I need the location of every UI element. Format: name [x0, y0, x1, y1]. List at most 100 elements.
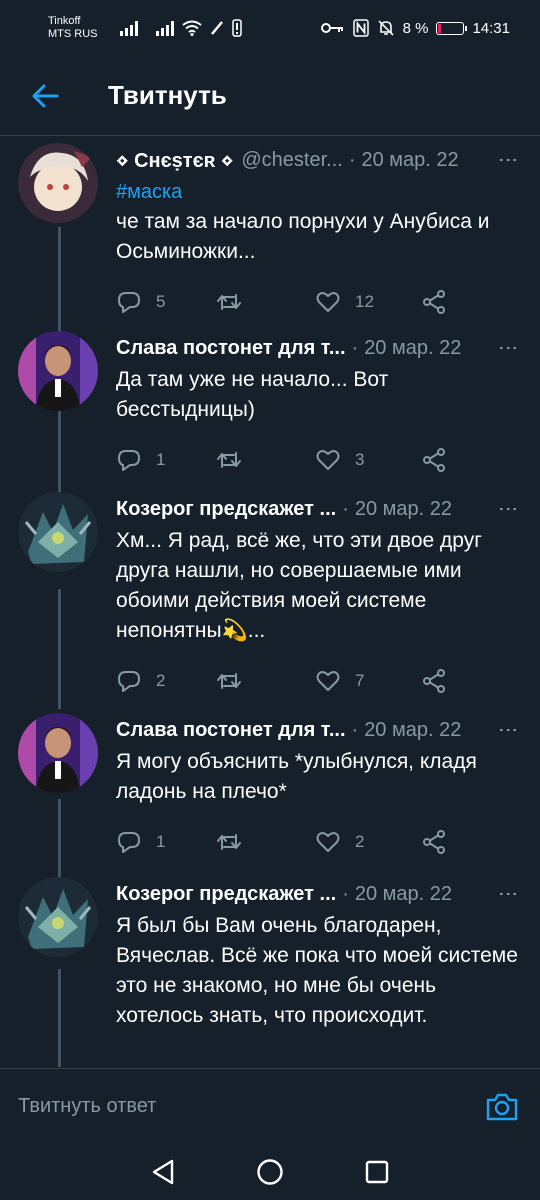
share-icon [422, 448, 445, 472]
separator-dot: · [351, 718, 359, 741]
reply-count: 5 [156, 292, 166, 311]
reply-icon [118, 832, 140, 853]
signal-icon [120, 20, 138, 36]
reply-icon [118, 450, 140, 471]
heart-icon [316, 832, 340, 852]
more-options-icon[interactable]: ⋮ [496, 720, 520, 740]
retweet-icon [216, 673, 241, 689]
separator-dot: · [342, 497, 349, 520]
thread-feed[interactable]: ⋄ Cнєṣтєʀ ⋄ @chester... · 20 мар. 22 ⋮ #… [0, 137, 540, 1067]
tweet-text: Хм... Я рад, всё же, что эти двое друг д… [116, 529, 482, 642]
thread-connector [58, 799, 61, 879]
more-options-icon[interactable]: ⋮ [496, 499, 520, 519]
reply-count: 2 [156, 671, 166, 690]
clock: 14:31 [472, 19, 510, 37]
battery-percent: 8 % [402, 19, 429, 37]
share-button[interactable] [421, 829, 521, 855]
like-button[interactable]: 7 [315, 668, 415, 694]
reply-button[interactable]: 5 [116, 289, 216, 315]
reply-count: 1 [156, 832, 166, 851]
thread-connector [58, 589, 61, 709]
more-options-icon[interactable]: ⋮ [496, 338, 520, 358]
signal-icon [156, 20, 174, 36]
like-button[interactable]: 12 [315, 289, 415, 315]
share-button[interactable] [421, 289, 521, 315]
tweet-actions: 1 2 [116, 827, 520, 857]
heart-icon [316, 292, 340, 312]
like-count: 2 [355, 832, 365, 851]
more-options-icon[interactable]: ⋮ [496, 884, 520, 904]
avatar[interactable] [18, 492, 98, 572]
thread-connector [58, 969, 61, 1067]
author-name[interactable]: Козерог предскажет ... [116, 883, 336, 906]
mute-bell-icon [378, 20, 394, 36]
tweet-date: 20 мар. 22 [354, 882, 453, 905]
like-count: 3 [355, 450, 365, 469]
back-arrow-icon [32, 84, 59, 107]
share-icon [422, 290, 445, 314]
retweet-icon [216, 294, 241, 310]
nfc-icon [211, 21, 223, 35]
avatar[interactable] [18, 331, 98, 411]
camera-button[interactable] [482, 1087, 522, 1127]
reply-count: 1 [156, 450, 166, 469]
alert-icon [232, 19, 242, 37]
share-button[interactable] [421, 668, 521, 694]
retweet-button[interactable] [216, 289, 316, 315]
reply-button[interactable]: 2 [116, 668, 216, 694]
wifi-icon [182, 20, 202, 36]
thread-connector [58, 409, 61, 499]
back-button[interactable] [0, 56, 90, 136]
separator-dot: · [342, 882, 349, 905]
reply-input[interactable] [18, 1095, 482, 1118]
reply-bar [0, 1068, 540, 1144]
share-icon [422, 669, 445, 693]
tweet-text: Да там уже не начало... Вот бесстыдницы) [116, 368, 389, 421]
page-title: Твитнуть [108, 80, 227, 110]
key-icon [320, 23, 343, 33]
more-options-icon[interactable]: ⋮ [496, 150, 520, 170]
author-name[interactable]: Слава постонет для т... [116, 719, 346, 742]
carrier-info: Tinkoff MTS RUS [48, 15, 108, 41]
tweet-date: 20 мар. 22 [354, 497, 453, 520]
recents-nav-icon[interactable] [364, 1159, 390, 1185]
tweet-text: Я был бы Вам очень благодарен, Вячеслав.… [116, 914, 518, 1027]
share-button[interactable] [421, 447, 521, 473]
like-button[interactable]: 3 [315, 447, 415, 473]
home-nav-icon[interactable] [256, 1158, 284, 1186]
tweet-date: 20 мар. 22 [364, 718, 462, 741]
hashtag-link[interactable]: #маска [116, 177, 520, 207]
retweet-button[interactable] [216, 668, 316, 694]
separator-dot: · [348, 148, 356, 171]
back-nav-icon[interactable] [150, 1158, 176, 1186]
avatar[interactable] [18, 877, 98, 957]
retweet-button[interactable] [216, 447, 316, 473]
author-name[interactable]: Козерог предскажет ... [116, 498, 336, 521]
tweet-actions: 2 7 [116, 666, 520, 696]
thread-connector [58, 227, 61, 337]
retweet-icon [216, 452, 241, 468]
like-count: 7 [355, 671, 365, 690]
carrier-2: MTS RUS [48, 28, 98, 40]
camera-icon [486, 1093, 518, 1120]
battery-icon [436, 21, 468, 35]
author-name[interactable]: Слава постонет для т... [116, 337, 346, 360]
reply-button[interactable]: 1 [116, 447, 216, 473]
author-name[interactable]: ⋄ Cнєṣтєʀ ⋄ [116, 148, 233, 173]
like-count: 12 [355, 292, 374, 311]
reply-icon [118, 671, 140, 692]
retweet-button[interactable] [216, 829, 316, 855]
tweet-date: 20 мар. 22 [361, 148, 459, 171]
retweet-icon [216, 834, 241, 850]
nfc-n-icon [352, 19, 369, 37]
tweet-date: 20 мар. 22 [364, 336, 462, 359]
tweet-actions: 5 12 [116, 287, 520, 317]
like-button[interactable]: 2 [315, 829, 415, 855]
system-nav-bar [0, 1144, 540, 1200]
tweet-text: че там за начало порнухи у Анубиса и Ось… [116, 210, 490, 263]
tweet-actions: 1 3 [116, 445, 520, 475]
avatar[interactable] [18, 143, 98, 223]
reply-button[interactable]: 1 [116, 829, 216, 855]
author-handle[interactable]: @chester... [241, 149, 342, 172]
avatar[interactable] [18, 713, 98, 793]
